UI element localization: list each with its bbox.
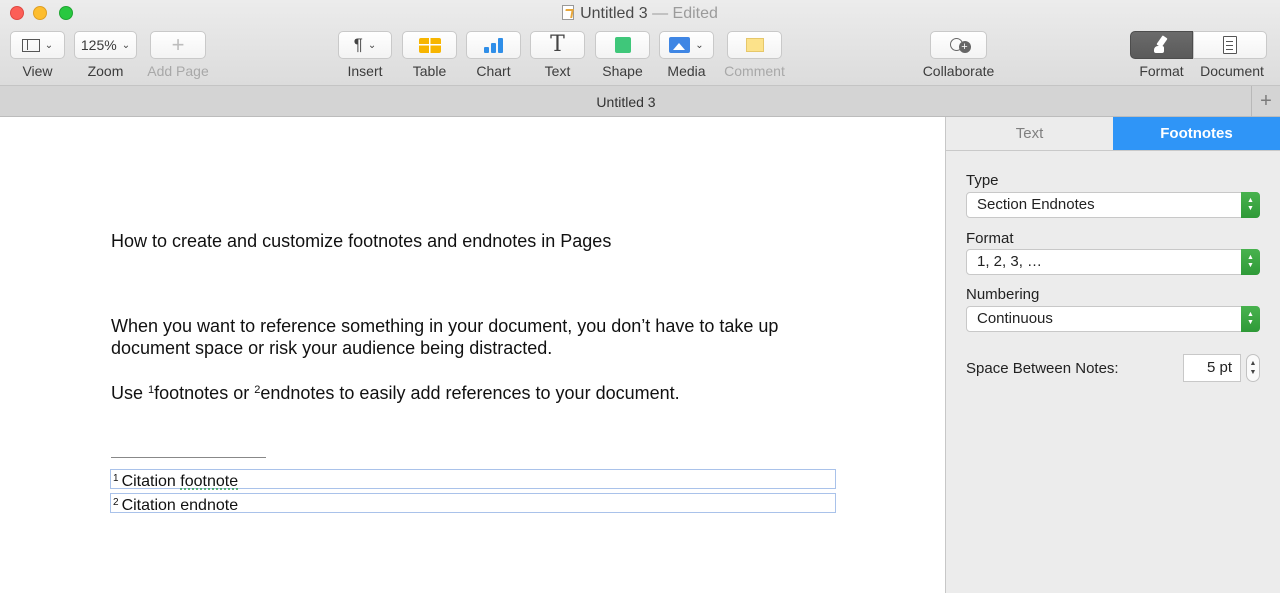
document-paragraph-1[interactable]: When you want to reference something in … [111,315,831,359]
chevron-down-icon: ⌄ [367,39,377,51]
format-value: 1, 2, 3, … [977,253,1043,270]
pages-document-icon [562,5,575,20]
space-between-notes-label: Space Between Notes: [966,360,1119,377]
sidebar-view-icon [21,38,40,52]
note-number: 1 [113,473,119,484]
paintbrush-icon [1153,36,1171,54]
zoom-dropdown[interactable]: 125% ⌄ [74,31,137,59]
format-label: Format [966,230,1014,247]
document-canvas[interactable]: How to create and customize footnotes an… [0,117,946,593]
space-between-notes-input[interactable]: 5 pt [1183,354,1241,382]
note-text: Citation [121,473,181,490]
text-button[interactable]: T [530,31,585,59]
shape-icon [614,37,631,53]
format-inspector: Text Footnotes Type Section Endnotes ▲ ▼ … [946,117,1280,593]
shape-button[interactable] [595,31,650,59]
media-button[interactable]: ⌄ [659,31,714,59]
spelling-flagged-word: footnote [180,473,239,490]
type-label: Type [966,172,999,189]
chart-button[interactable] [466,31,521,59]
space-between-notes-stepper[interactable]: ▲ ▼ [1246,354,1260,382]
view-button[interactable]: ⌄ [10,31,65,59]
tab-bar: Untitled 3 + [0,86,1280,117]
text-label: Text [544,63,571,79]
tab-untitled-3[interactable]: Untitled 3 [0,94,1252,110]
comment-button[interactable] [727,31,782,59]
document-icon [1223,36,1237,54]
paragraph-text: Use [111,383,149,403]
toolbar: Untitled 3 — Edited ⌄ View 125% ⌄ Zoom + … [0,0,1280,86]
chevron-down-icon: ⌄ [121,39,131,51]
paragraph-text: footnotes [154,383,229,403]
table-label: Table [412,63,447,79]
add-page-button[interactable]: + [150,31,206,59]
format-button[interactable] [1130,31,1193,59]
insert-label: Insert [347,63,383,79]
collaborate-label: Collaborate [922,63,995,79]
new-tab-button[interactable]: + [1251,86,1280,117]
document-label: Document [1200,63,1264,79]
image-icon [669,37,691,53]
format-select[interactable]: 1, 2, 3, … ▲ ▼ [966,249,1260,275]
view-label: View [22,63,53,79]
window-title-text: Untitled 3 [580,5,648,22]
comment-label: Comment [724,63,785,79]
pilcrow-icon: ¶ [353,35,363,54]
add-page-label: Add Page [147,63,209,79]
collaborate-button[interactable] [930,31,987,59]
edited-status: — Edited [652,5,718,22]
inspector-tabs: Text Footnotes [946,117,1280,151]
type-value: Section Endnotes [977,196,1095,213]
comment-icon [745,38,764,52]
media-label: Media [667,63,706,79]
paragraph-text: endnotes [260,383,335,403]
document-button[interactable] [1193,31,1267,59]
chart-icon [484,37,503,53]
updown-arrows-icon: ▲ ▼ [1241,306,1260,332]
tab-footnotes[interactable]: Footnotes [1113,117,1280,150]
plus-icon: + [171,32,185,57]
format-label: Format [1139,63,1184,79]
numbering-select[interactable]: Continuous ▲ ▼ [966,306,1260,332]
shape-label: Shape [602,63,643,79]
chevron-down-icon: ⌄ [44,39,54,51]
zoom-label: Zoom [87,63,124,79]
numbering-label: Numbering [966,286,1040,303]
numbering-value: Continuous [977,310,1053,327]
footnote-entry-1[interactable]: 1 Citation footnote [110,469,836,490]
table-icon [418,37,441,53]
footnote-entry-2[interactable]: 2 Citation endnote [110,493,836,514]
text-box-icon: T [550,32,565,57]
document-paragraph-2[interactable]: Use 1footnotes or 2endnotes to easily ad… [111,379,680,404]
note-text: Citation endnote [121,497,239,514]
document-heading[interactable]: How to create and customize footnotes an… [111,230,611,252]
zoom-value: 125% [80,37,117,53]
chart-label: Chart [476,63,511,79]
footnote-separator [111,457,266,458]
window-title: Untitled 3 — Edited [0,5,1280,23]
tab-text[interactable]: Text [946,117,1113,150]
chevron-down-icon: ⌄ [695,39,704,51]
paragraph-text: or [228,383,255,403]
updown-arrows-icon: ▲ ▼ [1241,192,1260,218]
note-number: 2 [113,497,119,508]
type-select[interactable]: Section Endnotes ▲ ▼ [966,192,1260,218]
table-button[interactable] [402,31,457,59]
updown-arrows-icon: ▲ ▼ [1241,249,1260,275]
insert-button[interactable]: ¶ ⌄ [338,31,392,59]
add-person-icon [947,37,971,54]
paragraph-text: to easily add references to your documen… [334,383,680,403]
